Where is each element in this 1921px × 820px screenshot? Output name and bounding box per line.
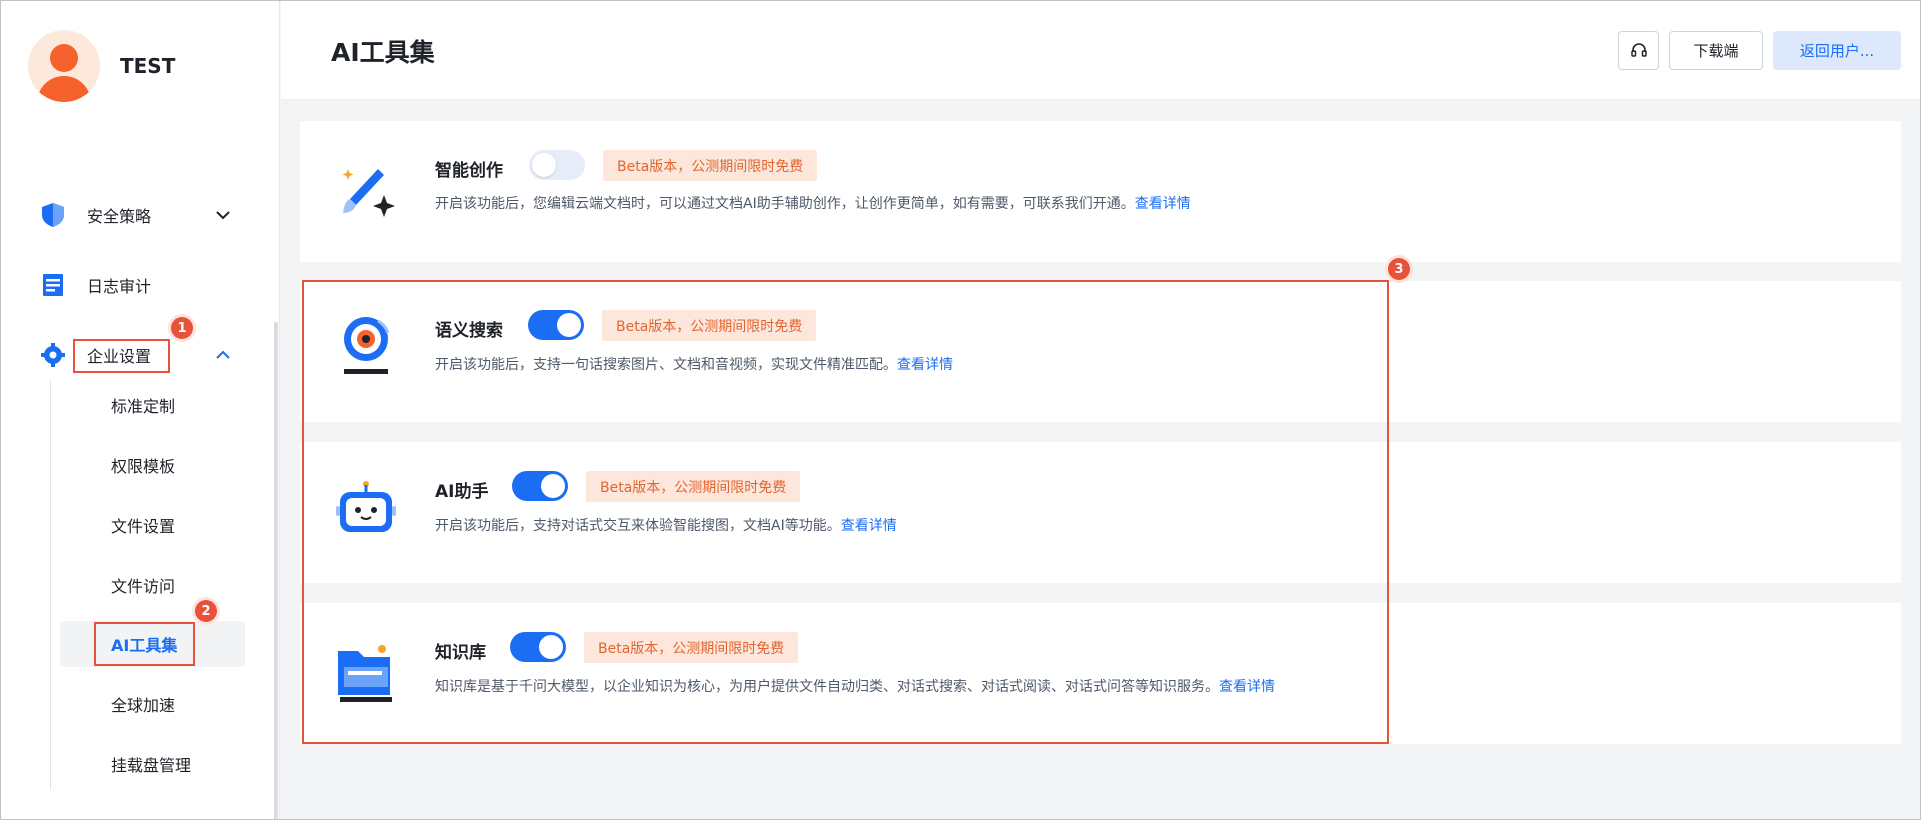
back-to-user-button[interactable]: 返回用户... [1773,31,1901,70]
header: AI工具集 下载端 返回用户... [281,0,1920,100]
page-title: AI工具集 [331,38,435,67]
magic-brush-icon [342,169,395,217]
step-badge-2: 2 [195,600,217,622]
chevron-down-icon[interactable] [212,204,234,226]
tool-title: 智能创作 [435,161,503,181]
annotation-box-tools [302,280,1389,744]
tool-card-smart-creation: 智能创作 Beta版本，公测期间限时免费 开启该功能后，您编辑云端文档时，可以通… [300,121,1901,262]
support-button[interactable] [1618,31,1659,70]
step-badge-1: 1 [171,317,193,339]
view-details-link[interactable]: 查看详情 [1135,196,1191,212]
shield-icon [42,203,64,227]
sub-item-permission-template[interactable]: 权限模板 [60,442,245,488]
user-name: TEST [120,54,176,78]
gear-icon [41,343,65,367]
sub-item-file-access[interactable]: 文件访问 [60,562,245,608]
sidebar-scrollbar[interactable] [274,322,278,820]
smart-creation-toggle[interactable] [529,150,585,180]
tree-line [50,380,51,790]
download-client-button[interactable]: 下载端 [1669,31,1763,70]
sub-item-standard-custom[interactable]: 标准定制 [60,382,245,428]
step-badge-3: 3 [1388,258,1410,280]
sub-item-mount-disk[interactable]: 挂载盘管理 [60,741,245,787]
nav-item-audit-log[interactable]: 日志审计 [0,265,274,305]
sidebar: TEST 安全策略 日志审计 企业设置 1 标准定制 权限模板 文件设置 文件访… [0,0,280,820]
chevron-up-icon[interactable] [212,344,234,366]
beta-badge: Beta版本，公测期间限时免费 [603,150,818,181]
annotation-box-ai-tools [94,622,195,666]
nav-item-security[interactable]: 安全策略 [0,195,274,235]
nav-item-label: 日志审计 [87,277,152,296]
avatar[interactable] [28,30,100,102]
headset-icon [1630,42,1647,57]
tool-description: 开启该功能后，您编辑云端文档时，可以通过文档AI助手辅助创作，让创作更简单，如有… [435,196,1191,212]
nav-item-label: 安全策略 [87,207,152,226]
log-icon [43,274,63,296]
sub-item-global-acceleration[interactable]: 全球加速 [60,681,245,727]
annotation-box-settings [73,339,170,373]
sub-item-file-settings[interactable]: 文件设置 [60,502,245,548]
